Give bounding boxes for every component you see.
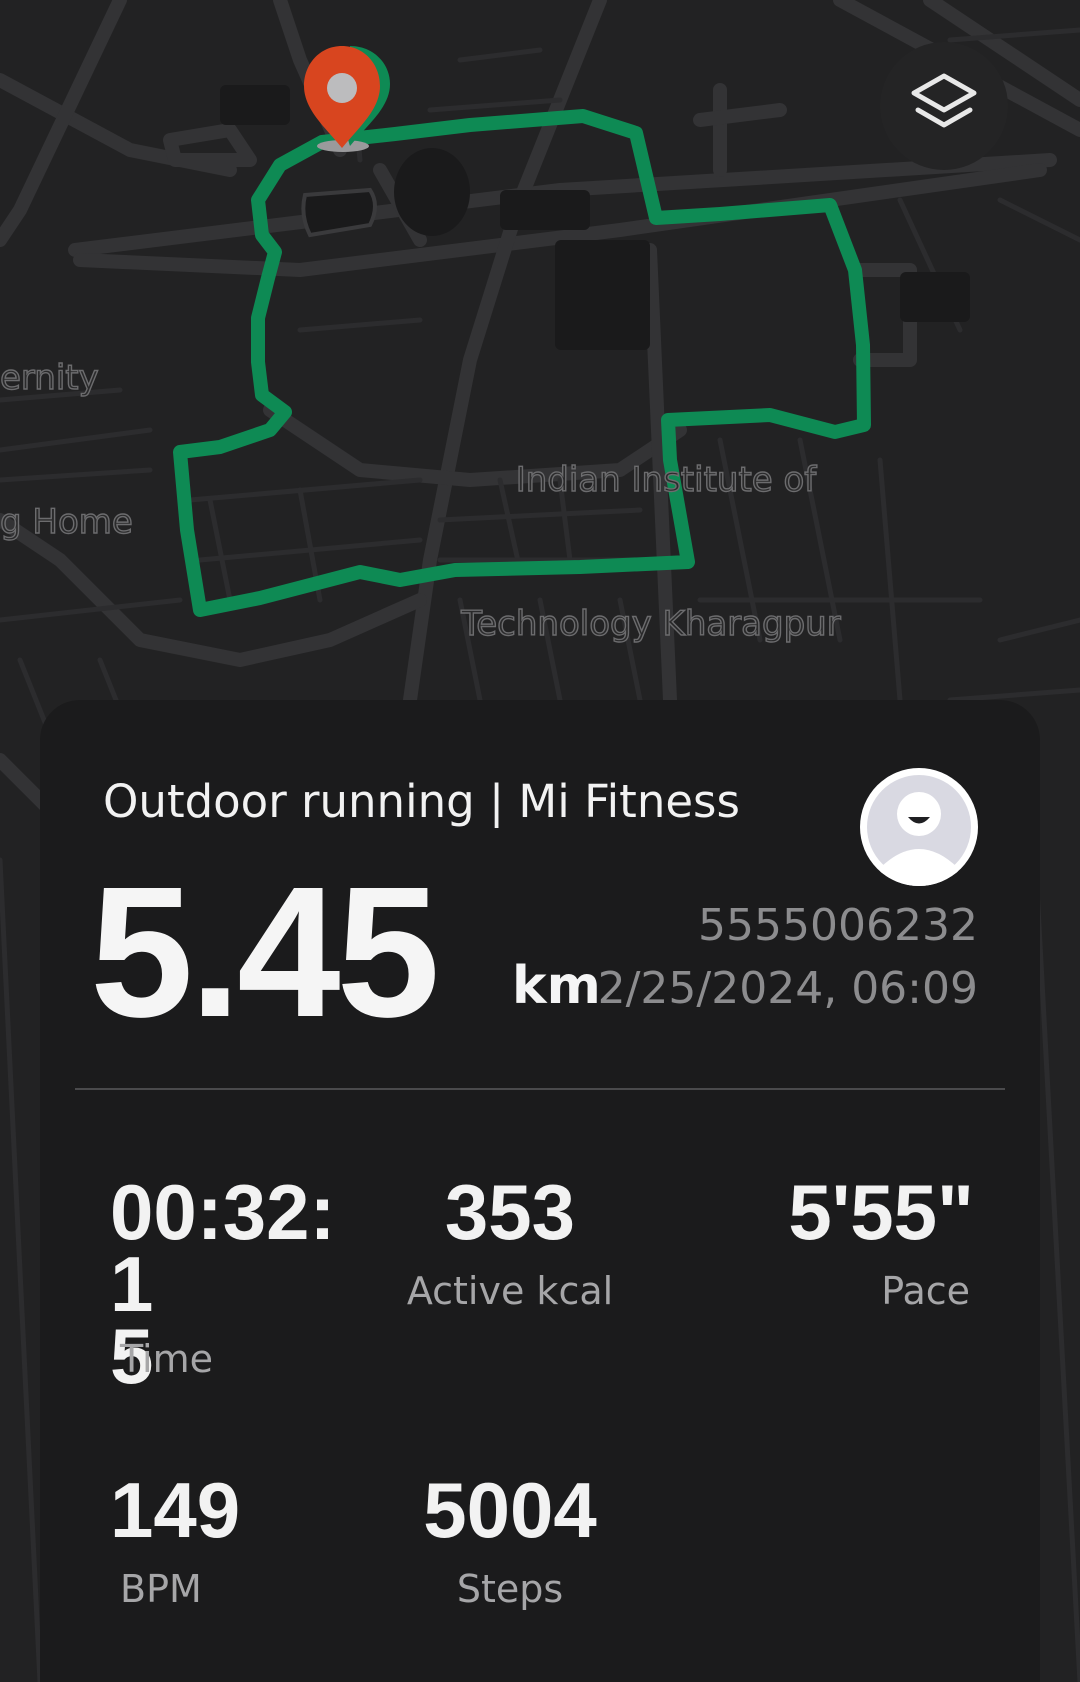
distance-unit: km bbox=[512, 956, 601, 1016]
map-label-line: Indian Institute of bbox=[515, 459, 817, 500]
map-label-line: Technology Kharagpur bbox=[461, 603, 842, 644]
time-label: Time bbox=[120, 1337, 213, 1381]
record-id: 5555006232 bbox=[698, 900, 978, 951]
record-date: 2/25/2024, 06:09 bbox=[597, 963, 978, 1014]
map-label-fraternity: ernity g Home bbox=[0, 258, 133, 642]
steps-value: 5004 bbox=[423, 1466, 597, 1554]
pace-label: Pace bbox=[881, 1269, 970, 1313]
heart-rate-label: BPM bbox=[120, 1567, 202, 1611]
layers-icon bbox=[911, 73, 977, 128]
divider bbox=[75, 1088, 1005, 1090]
location-pin-icon[interactable] bbox=[292, 44, 392, 154]
workout-summary-card: Outdoor running | Mi Fitness 5.45 km 555… bbox=[40, 700, 1040, 1682]
map-label-line: ernity bbox=[0, 357, 99, 398]
activity-title: Outdoor running | Mi Fitness bbox=[103, 775, 740, 828]
map-label-line: g Home bbox=[0, 501, 133, 542]
map-label-campus: Indian Institute of Technology Kharagpur bbox=[456, 360, 876, 744]
pace-value: 5'55" bbox=[788, 1168, 974, 1256]
user-avatar-icon[interactable] bbox=[860, 768, 978, 886]
workout-detail-screen: ernity g Home Indian Institute of Techno… bbox=[0, 0, 1080, 1682]
calories-value: 353 bbox=[444, 1168, 576, 1256]
distance-value: 5.45 bbox=[90, 849, 440, 1056]
calories-label: Active kcal bbox=[406, 1269, 614, 1313]
heart-rate-value: 149 bbox=[110, 1466, 241, 1554]
steps-label: Steps bbox=[456, 1567, 564, 1611]
map-layers-button[interactable] bbox=[880, 42, 1008, 170]
